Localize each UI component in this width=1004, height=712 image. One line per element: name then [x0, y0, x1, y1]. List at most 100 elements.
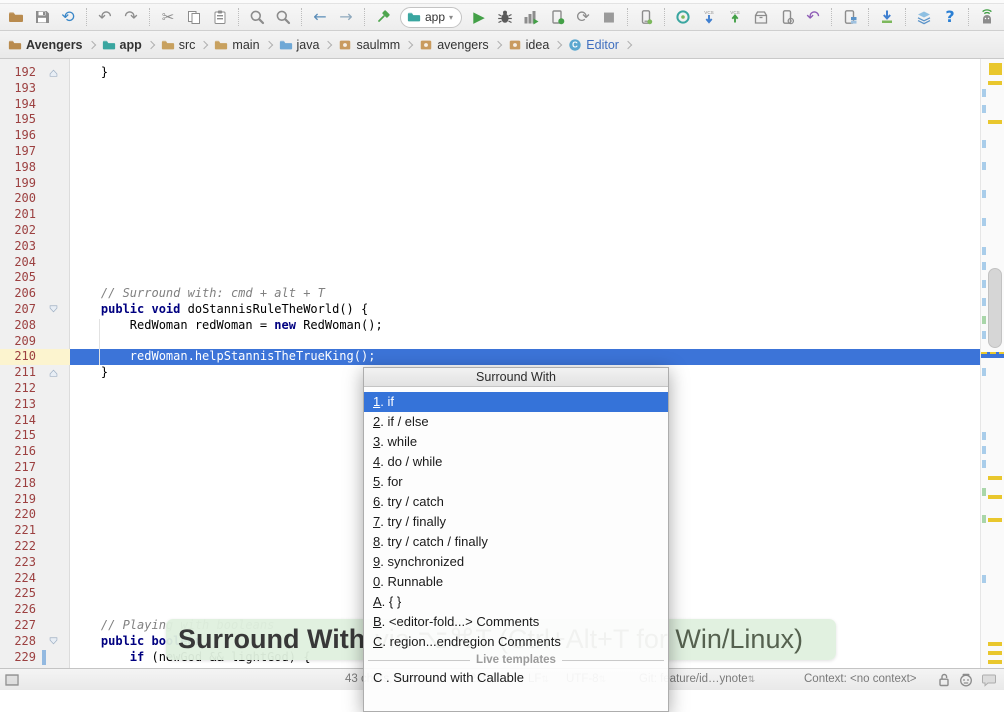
notifications-icon[interactable]: [981, 672, 997, 688]
stripe-mark-warn[interactable]: [988, 120, 1002, 124]
run-config-selector[interactable]: app▾: [400, 7, 462, 28]
fold-marker-icon[interactable]: [48, 636, 59, 647]
popup-item-try-catch-finally[interactable]: 8. try / catch / finally: [364, 532, 668, 552]
lock-icon[interactable]: [936, 672, 952, 688]
stripe-mark-change[interactable]: [982, 262, 986, 270]
stripe-mark-green[interactable]: [982, 515, 986, 523]
breadcrumb-item-saulmm[interactable]: saulmm: [336, 38, 402, 52]
sdk-manager-button[interactable]: [875, 6, 899, 28]
stripe-mark-change[interactable]: [982, 446, 986, 454]
stripe-mark-change[interactable]: [982, 368, 986, 376]
popup-item-for[interactable]: 5. for: [364, 472, 668, 492]
show-changes-button[interactable]: [749, 6, 773, 28]
popup-item-label: synchronized: [387, 554, 464, 569]
back-button[interactable]: ←: [308, 6, 332, 28]
android-connect-button[interactable]: [975, 6, 999, 28]
help-button[interactable]: ?: [938, 6, 962, 28]
stripe-mark-sel[interactable]: [981, 352, 1004, 358]
inspection-profile-icon[interactable]: [958, 672, 974, 688]
stripe-mark-change[interactable]: [982, 89, 986, 97]
fold-marker-icon[interactable]: [48, 367, 59, 378]
stripe-mark-top[interactable]: [989, 63, 1002, 75]
stripe-mark-change[interactable]: [982, 218, 986, 226]
stripe-mark-change[interactable]: [982, 190, 986, 198]
forward-button[interactable]: →: [334, 6, 358, 28]
breadcrumb-item-idea[interactable]: idea: [506, 38, 552, 52]
selected-line[interactable]: redWoman.helpStannisTheTrueKing();: [70, 349, 980, 365]
attach-debugger-button[interactable]: [545, 6, 569, 28]
popup-item-runnable[interactable]: 0. Runnable: [364, 572, 668, 592]
breadcrumb-item-src[interactable]: src: [159, 38, 198, 52]
stripe-mark-change[interactable]: [982, 460, 986, 468]
debug-button[interactable]: [493, 6, 517, 28]
copy-button[interactable]: [182, 6, 206, 28]
toolbar-separator: [868, 8, 869, 26]
popup-item-while[interactable]: 3. while: [364, 432, 668, 452]
stripe-mark-change[interactable]: [982, 575, 986, 583]
cut-button[interactable]: ✂: [156, 6, 180, 28]
editor-gutter[interactable]: 1921931941951961971981992002012022032042…: [0, 59, 70, 668]
stripe-mark-change[interactable]: [982, 280, 986, 288]
open-button[interactable]: [4, 6, 28, 28]
stripe-mark-change[interactable]: [982, 162, 986, 170]
stripe-mark-green[interactable]: [982, 316, 986, 324]
popup-item-if-else[interactable]: 2. if / else: [364, 412, 668, 432]
stripe-mark-change[interactable]: [982, 298, 986, 306]
popup-item-editor-fold-comments[interactable]: B. <editor-fold...> Comments: [364, 612, 668, 632]
breadcrumb-item-avengers[interactable]: avengers: [417, 38, 490, 52]
fold-marker-icon[interactable]: [48, 304, 59, 315]
find-button[interactable]: [245, 6, 269, 28]
breadcrumb-label: saulmm: [356, 38, 400, 52]
build-button[interactable]: [371, 6, 395, 28]
stripe-mark-warn[interactable]: [988, 518, 1002, 522]
stripe-mark-change[interactable]: [982, 140, 986, 148]
stripe-mark-change[interactable]: [982, 105, 986, 113]
stripe-mark-change[interactable]: [982, 247, 986, 255]
breadcrumb-item-editor[interactable]: Editor: [566, 38, 621, 52]
surround-with-popup[interactable]: Surround With 1. if2. if / else3. while4…: [363, 367, 669, 712]
editor-scrollbar[interactable]: [988, 268, 1002, 348]
vcs-update-button[interactable]: [697, 6, 721, 28]
gradle-sync-button[interactable]: [671, 6, 695, 28]
stripe-mark-warn[interactable]: [988, 476, 1002, 480]
popup-item-synchronized[interactable]: 9. synchronized: [364, 552, 668, 572]
popup-item-surround-with-callable[interactable]: C . Surround with Callable: [364, 668, 668, 688]
error-stripe[interactable]: [980, 59, 1004, 668]
project-structure-button[interactable]: [838, 6, 862, 28]
rollback-button[interactable]: ↶: [801, 6, 825, 28]
breadcrumb-item-java[interactable]: java: [277, 38, 322, 52]
undo-button[interactable]: ↶: [93, 6, 117, 28]
avd-manager-button[interactable]: [634, 6, 658, 28]
sync-button[interactable]: ⟲: [56, 6, 80, 28]
stripe-mark-warn[interactable]: [988, 81, 1002, 85]
run-button[interactable]: ▶: [467, 6, 491, 28]
popup-item-do-while[interactable]: 4. do / while: [364, 452, 668, 472]
breadcrumb-item-app[interactable]: app: [100, 38, 144, 52]
breadcrumb-item-avengers[interactable]: Avengers: [6, 38, 85, 52]
breadcrumb-item-main[interactable]: main: [212, 38, 261, 52]
save-button[interactable]: [30, 6, 54, 28]
rerun-button[interactable]: ⟳: [571, 6, 595, 28]
popup-item-if[interactable]: 1. if: [364, 392, 668, 412]
device-monitor-button[interactable]: [775, 6, 799, 28]
popup-item-[interactable]: A. { }: [364, 592, 668, 612]
profiler-button[interactable]: [519, 6, 543, 28]
stripe-mark-change[interactable]: [982, 432, 986, 440]
stripe-mark-warn[interactable]: [988, 642, 1002, 646]
stripe-mark-green[interactable]: [982, 488, 986, 496]
stripe-mark-change[interactable]: [982, 331, 986, 339]
fold-marker-icon[interactable]: [48, 67, 59, 78]
vcs-commit-button[interactable]: [723, 6, 747, 28]
stripe-mark-warn[interactable]: [988, 651, 1002, 655]
redo-button[interactable]: ↷: [119, 6, 143, 28]
replace-button[interactable]: [271, 6, 295, 28]
stripe-mark-warn[interactable]: [988, 660, 1002, 664]
stop-button[interactable]: ■: [597, 6, 621, 28]
paste-button[interactable]: [208, 6, 232, 28]
stripe-mark-warn[interactable]: [988, 495, 1002, 499]
theme-editor-button[interactable]: [912, 6, 936, 28]
toggle-toolwindows-icon[interactable]: [4, 672, 20, 688]
popup-item-region-endregion-comments[interactable]: C. region...endregion Comments: [364, 632, 668, 652]
popup-item-try-finally[interactable]: 7. try / finally: [364, 512, 668, 532]
popup-item-try-catch[interactable]: 6. try / catch: [364, 492, 668, 512]
